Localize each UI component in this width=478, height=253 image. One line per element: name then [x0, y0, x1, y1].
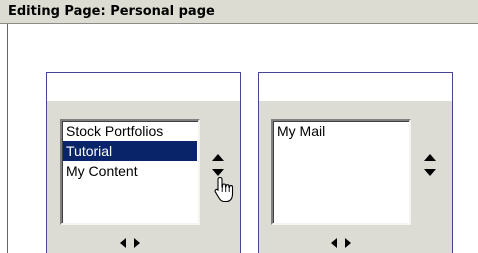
move-column-controls [118, 237, 142, 249]
right-arrow-icon[interactable] [134, 238, 140, 248]
column-panel: Stock Portfolios Tutorial My Content [47, 101, 240, 253]
left-arrow-icon[interactable] [331, 238, 337, 248]
list-item[interactable]: My Content [63, 161, 197, 181]
move-column-controls [329, 237, 353, 249]
left-arrow-icon[interactable] [120, 238, 126, 248]
content-listbox[interactable]: Stock Portfolios Tutorial My Content [60, 119, 200, 225]
layout-column-1: Stock Portfolios Tutorial My Content [46, 72, 241, 253]
hand-pointer-icon [214, 176, 234, 203]
list-item[interactable]: Stock Portfolios [63, 121, 197, 141]
up-arrow-icon[interactable] [212, 154, 224, 161]
reorder-controls [423, 154, 437, 178]
column-header [259, 73, 452, 101]
list-item-selected[interactable]: Tutorial [63, 141, 197, 161]
content-listbox[interactable]: My Mail [271, 119, 411, 225]
down-arrow-icon[interactable] [212, 169, 224, 176]
up-arrow-icon[interactable] [424, 154, 436, 161]
layout-column-2: My Mail [258, 72, 453, 253]
page-title: Editing Page: Personal page [8, 4, 215, 19]
list-item[interactable]: My Mail [274, 121, 408, 141]
right-arrow-icon[interactable] [345, 238, 351, 248]
reorder-controls [211, 154, 225, 178]
column-panel: My Mail [259, 101, 452, 253]
page-header: Editing Page: Personal page [0, 0, 478, 24]
left-divider [7, 24, 8, 253]
down-arrow-icon[interactable] [424, 169, 436, 176]
column-header [47, 73, 240, 101]
